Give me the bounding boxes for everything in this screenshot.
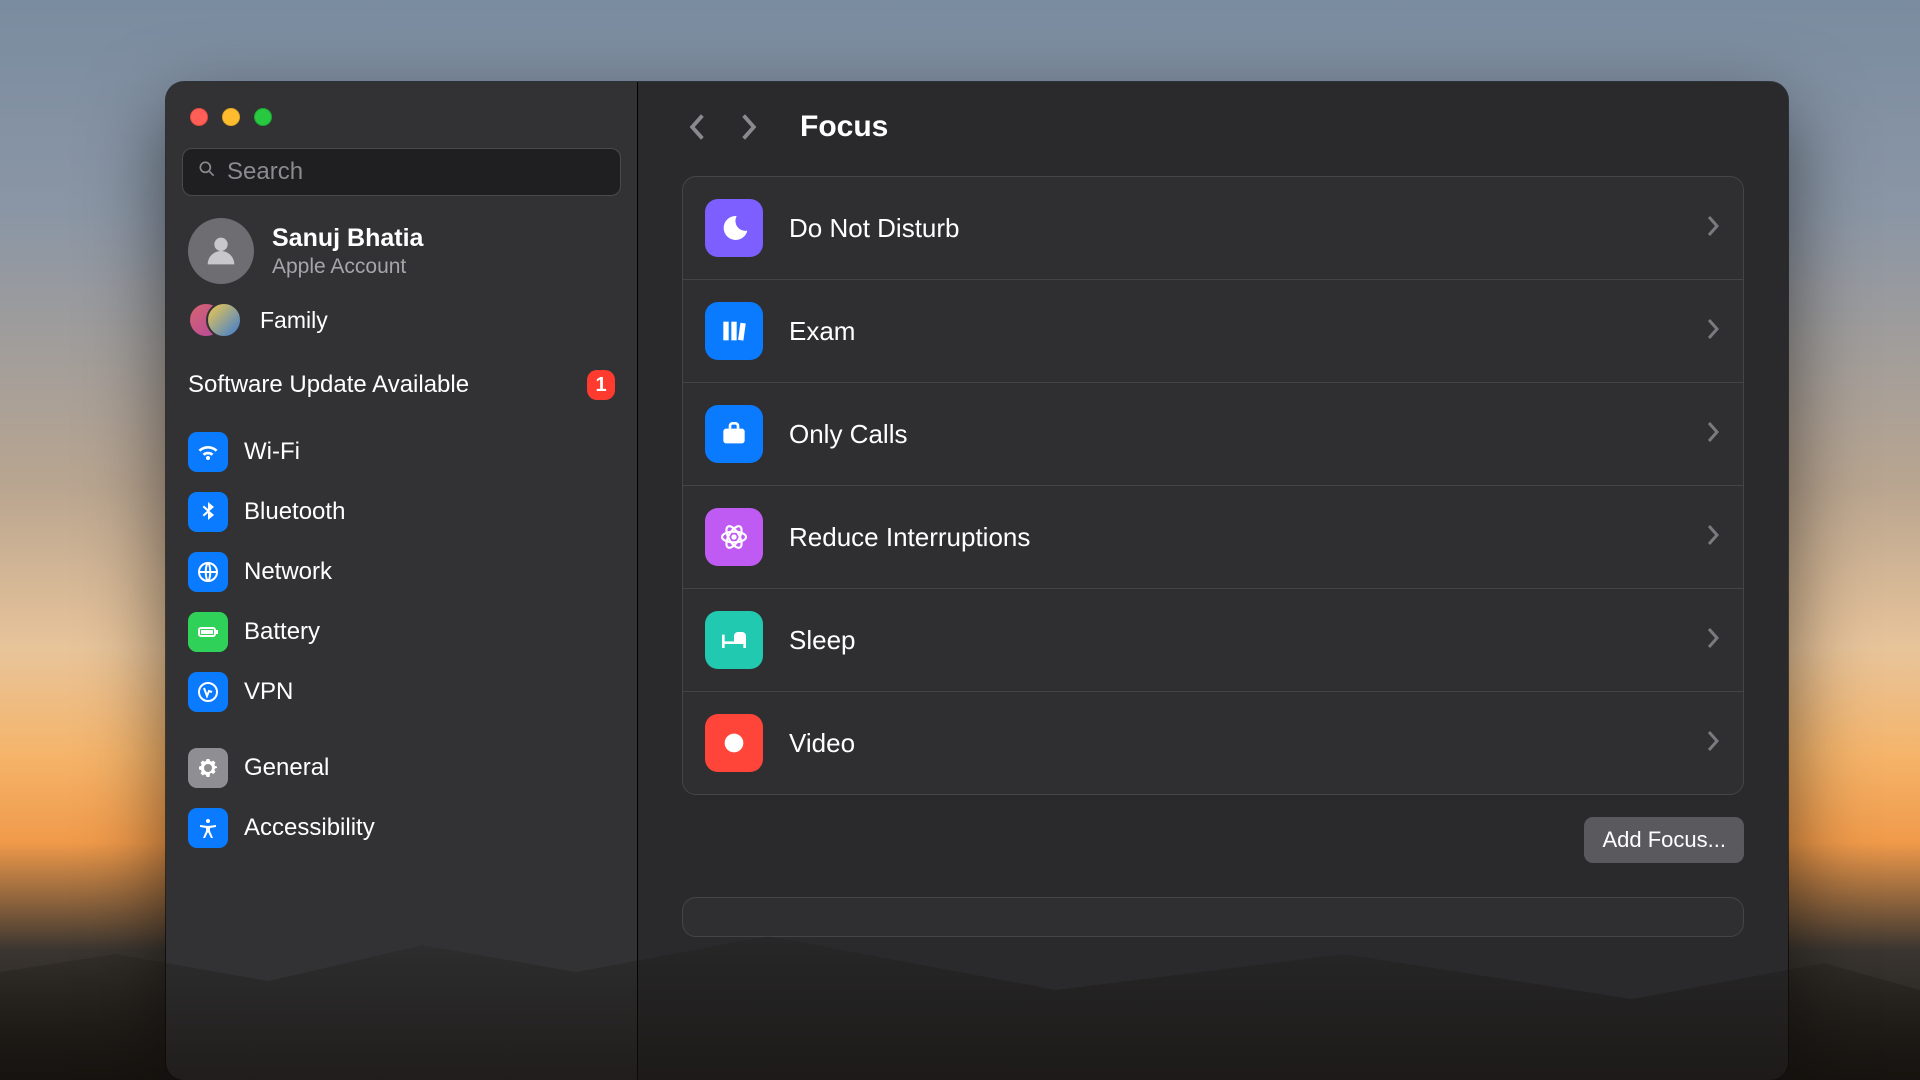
minimize-window-button[interactable] — [222, 108, 240, 126]
update-badge: 1 — [587, 370, 615, 400]
sidebar-item-label: Wi-Fi — [244, 438, 300, 466]
moon-icon — [705, 199, 763, 257]
focus-row-sleep[interactable]: Sleep — [683, 588, 1743, 691]
sidebar-item-battery[interactable]: Battery — [182, 604, 621, 660]
atom-icon — [705, 508, 763, 566]
page-title: Focus — [800, 110, 888, 144]
chevron-right-icon — [1707, 627, 1721, 654]
sidebar-item-vpn[interactable]: VPN — [182, 664, 621, 720]
content-pane: Focus Do Not Disturb Exam Only Calls Reduce… — [638, 82, 1788, 1080]
sidebar-item-wi-fi[interactable]: Wi-Fi — [182, 424, 621, 480]
focus-row-do-not-disturb[interactable]: Do Not Disturb — [683, 177, 1743, 279]
back-button[interactable] — [682, 113, 710, 141]
sidebar-item-label: VPN — [244, 678, 293, 706]
chevron-right-icon — [1707, 730, 1721, 757]
focus-row-label: Do Not Disturb — [789, 213, 1681, 244]
focus-row-label: Only Calls — [789, 419, 1681, 450]
account-subtitle: Apple Account — [272, 255, 423, 279]
focus-row-only-calls[interactable]: Only Calls — [683, 382, 1743, 485]
focus-row-label: Reduce Interruptions — [789, 522, 1681, 553]
chevron-right-icon — [1707, 215, 1721, 242]
chevron-right-icon — [1707, 318, 1721, 345]
focus-row-label: Sleep — [789, 625, 1681, 656]
record-icon — [705, 714, 763, 772]
apple-account-row[interactable]: Sanuj Bhatia Apple Account — [182, 196, 621, 294]
search-field[interactable] — [182, 148, 621, 196]
books-icon — [705, 302, 763, 360]
sidebar-item-label: Accessibility — [244, 814, 375, 842]
focus-row-video[interactable]: Video — [683, 691, 1743, 794]
bed-icon — [705, 611, 763, 669]
sidebar-group-connectivity: Wi-Fi Bluetooth Network Battery VPN — [182, 424, 621, 740]
family-row[interactable]: Family — [182, 294, 621, 360]
family-avatars — [188, 302, 242, 338]
account-avatar — [188, 218, 254, 284]
bluetooth-icon — [188, 492, 228, 532]
sidebar-item-label: Bluetooth — [244, 498, 345, 526]
add-focus-button[interactable]: Add Focus... — [1584, 817, 1744, 863]
settings-window: Sanuj Bhatia Apple Account Family Softwa… — [166, 82, 1788, 1080]
sidebar-item-network[interactable]: Network — [182, 544, 621, 600]
account-name: Sanuj Bhatia — [272, 224, 423, 253]
sidebar-item-accessibility[interactable]: Accessibility — [182, 800, 621, 856]
window-controls — [182, 102, 621, 148]
search-input[interactable] — [227, 158, 606, 186]
focus-row-exam[interactable]: Exam — [683, 279, 1743, 382]
share-across-devices-card — [682, 897, 1744, 937]
content-header: Focus — [638, 82, 1788, 154]
software-update-label: Software Update Available — [188, 371, 469, 399]
zoom-window-button[interactable] — [254, 108, 272, 126]
sidebar-item-label: Network — [244, 558, 332, 586]
globe-icon — [188, 552, 228, 592]
focus-row-label: Exam — [789, 316, 1681, 347]
focus-row-label: Video — [789, 728, 1681, 759]
battery-icon — [188, 612, 228, 652]
software-update-row[interactable]: Software Update Available 1 — [182, 360, 621, 424]
sidebar-item-label: Battery — [244, 618, 320, 646]
focus-modes-list: Do Not Disturb Exam Only Calls Reduce Inter… — [682, 176, 1744, 795]
vpn-icon — [188, 672, 228, 712]
family-label: Family — [260, 307, 328, 334]
sidebar-item-bluetooth[interactable]: Bluetooth — [182, 484, 621, 540]
forward-button[interactable] — [736, 113, 764, 141]
search-icon — [197, 158, 217, 186]
sidebar-group-system: General Accessibility — [182, 740, 621, 876]
accessibility-icon — [188, 808, 228, 848]
focus-row-reduce-interruptions[interactable]: Reduce Interruptions — [683, 485, 1743, 588]
briefcase-icon — [705, 405, 763, 463]
sidebar-item-label: General — [244, 754, 329, 782]
close-window-button[interactable] — [190, 108, 208, 126]
sidebar-item-general[interactable]: General — [182, 740, 621, 796]
chevron-right-icon — [1707, 421, 1721, 448]
gear-icon — [188, 748, 228, 788]
chevron-right-icon — [1707, 524, 1721, 551]
sidebar: Sanuj Bhatia Apple Account Family Softwa… — [166, 82, 638, 1080]
wifi-icon — [188, 432, 228, 472]
